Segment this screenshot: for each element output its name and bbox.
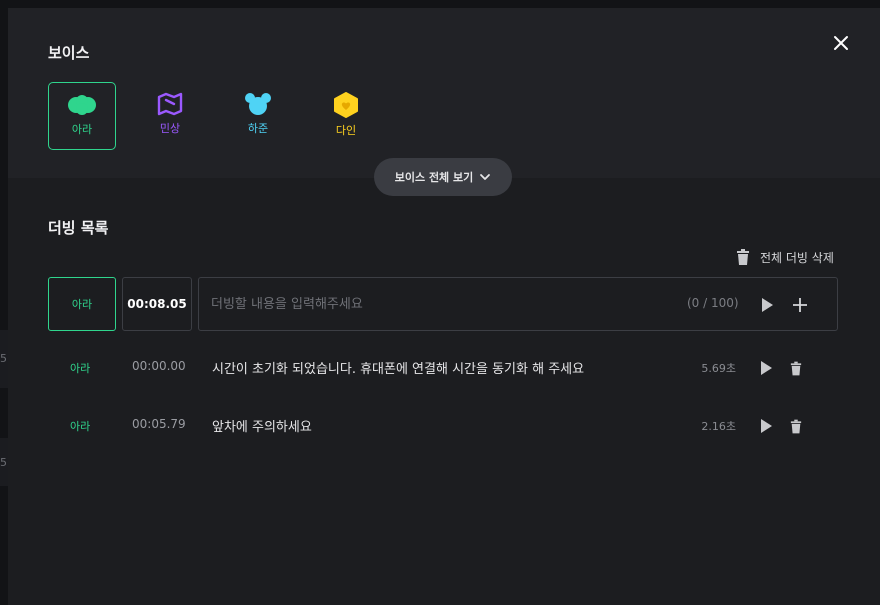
- close-icon: [834, 36, 848, 50]
- voice-card-minsang[interactable]: 민상: [136, 82, 204, 150]
- add-dubbing-button[interactable]: [790, 295, 810, 315]
- dubbing-list-item: 아라 00:00.00 시간이 초기화 되었습니다. 휴대폰에 연결해 시간을 …: [8, 356, 880, 380]
- backdrop-text: 5: [0, 456, 7, 469]
- hexagon-heart-icon: [334, 92, 358, 118]
- item-duration: 2.16초: [701, 420, 736, 433]
- dubbing-list-title: 더빙 목록: [48, 219, 109, 237]
- dubbing-text-input[interactable]: [211, 278, 671, 330]
- item-delete-button[interactable]: [786, 358, 806, 378]
- input-time[interactable]: 00:08.05: [122, 277, 192, 331]
- trash-icon: [737, 249, 749, 265]
- item-voice[interactable]: 아라: [70, 360, 90, 376]
- item-play-button[interactable]: [756, 358, 776, 378]
- item-time[interactable]: 00:05.79: [132, 417, 186, 431]
- view-all-voices-button[interactable]: 보이스 전체 보기: [374, 158, 512, 196]
- voice-label: 다인: [335, 124, 357, 137]
- voice-section: 보이스 아라 민상 하준 다인: [8, 8, 880, 178]
- voice-label: 민상: [159, 122, 181, 135]
- voice-dubbing-modal: 보이스 아라 민상 하준 다인 보이스 전체 보기 더빙 목록 전체 더빙 삭제…: [8, 8, 880, 605]
- play-icon: [762, 298, 773, 312]
- plus-icon: [793, 298, 807, 312]
- trash-icon: [790, 361, 802, 375]
- play-icon: [761, 419, 772, 433]
- backdrop-text: 5: [0, 352, 7, 365]
- voice-card-ara[interactable]: 아라: [48, 82, 116, 150]
- item-text[interactable]: 시간이 초기화 되었습니다. 휴대폰에 연결해 시간을 동기화 해 주세요: [212, 358, 584, 377]
- voice-card-dain[interactable]: 다인: [312, 82, 380, 150]
- play-icon: [761, 361, 772, 375]
- dubbing-list-item: 아라 00:05.79 앞차에 주의하세요 2.16초: [8, 414, 880, 438]
- item-duration: 5.69초: [701, 362, 736, 375]
- view-all-voices-label: 보이스 전체 보기: [394, 171, 474, 184]
- voice-label: 아라: [71, 123, 93, 136]
- chevron-down-icon: [480, 174, 491, 180]
- cloud-icon: [68, 95, 96, 115]
- item-voice[interactable]: 아라: [70, 418, 90, 434]
- voice-label: 하준: [247, 122, 269, 135]
- item-delete-button[interactable]: [786, 416, 806, 436]
- play-button[interactable]: [757, 295, 777, 315]
- input-voice-selector[interactable]: 아라: [48, 277, 116, 331]
- item-text[interactable]: 앞차에 주의하세요: [212, 416, 312, 435]
- item-time[interactable]: 00:00.00: [132, 359, 186, 373]
- delete-all-label: 전체 더빙 삭제: [760, 250, 834, 265]
- char-count: (0 / 100): [687, 296, 739, 310]
- input-text-box: (0 / 100): [198, 277, 838, 331]
- voice-card-hajun[interactable]: 하준: [224, 82, 292, 150]
- close-button[interactable]: [830, 32, 852, 54]
- bear-icon: [245, 93, 271, 115]
- voice-section-title: 보이스: [48, 44, 90, 62]
- map-icon: [157, 92, 183, 116]
- trash-icon: [790, 419, 802, 433]
- delete-all-button[interactable]: 전체 더빙 삭제: [736, 248, 834, 266]
- item-play-button[interactable]: [756, 416, 776, 436]
